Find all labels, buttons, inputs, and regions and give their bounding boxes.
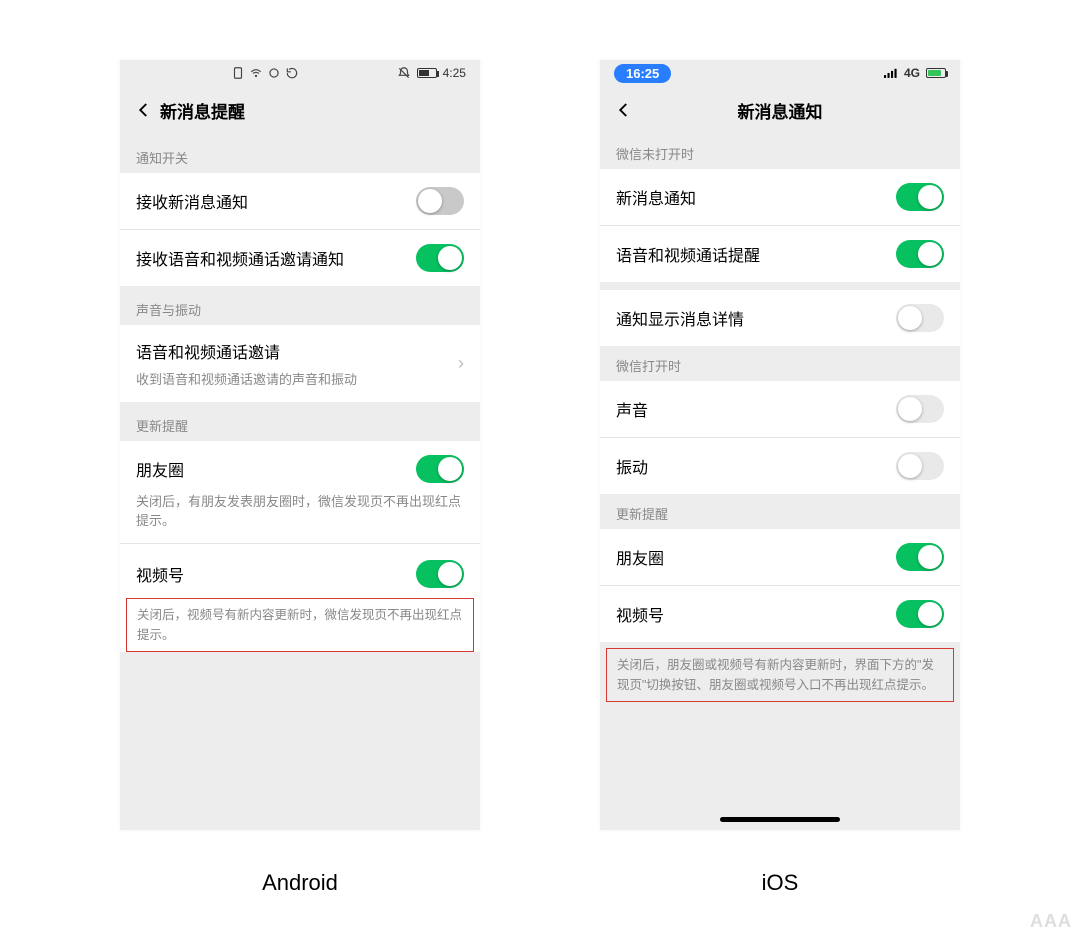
cell-new-msg-notif[interactable]: 新消息通知 xyxy=(600,169,960,226)
spinner-icon xyxy=(267,66,281,80)
cell-sound[interactable]: 声音 xyxy=(600,381,960,438)
android-section3-header: 更新提醒 xyxy=(120,402,480,441)
watermark: AAA xyxy=(1030,911,1072,932)
android-channels-note-highlight: 关闭后，视频号有新内容更新时，微信发现页不再出现红点提示。 xyxy=(126,598,474,652)
android-title: 新消息提醒 xyxy=(160,98,245,123)
cell-moments-ios[interactable]: 朋友圈 xyxy=(600,529,960,586)
ios-navbar: 新消息通知 xyxy=(600,86,960,134)
wifi-icon xyxy=(249,66,263,80)
toggle-channels[interactable] xyxy=(416,560,464,588)
android-navbar: 新消息提醒 xyxy=(120,86,480,134)
cell-label: 振动 xyxy=(616,454,648,478)
toggle-moments-ios[interactable] xyxy=(896,543,944,571)
battery-icon xyxy=(417,68,437,78)
toggle-av-remind[interactable] xyxy=(896,240,944,268)
cell-label: 视频号 xyxy=(616,602,664,626)
ios-footer-note-highlight: 关闭后，朋友圈或视频号有新内容更新时，界面下方的"发现页"切换按钮、朋友圈或视频… xyxy=(606,648,954,702)
toggle-receive-msg[interactable] xyxy=(416,187,464,215)
cell-vibrate[interactable]: 振动 xyxy=(600,438,960,494)
ios-time: 16:25 xyxy=(614,64,671,83)
back-button[interactable] xyxy=(608,101,640,119)
android-statusbar: 4:25 xyxy=(120,60,480,86)
ios-section1-header: 微信未打开时 xyxy=(600,134,960,169)
toggle-sound[interactable] xyxy=(896,395,944,423)
cell-label: 新消息通知 xyxy=(616,185,696,209)
cell-show-detail[interactable]: 通知显示消息详情 xyxy=(600,290,960,346)
mute-icon xyxy=(397,66,411,80)
cell-label: 语音和视频通话邀请 xyxy=(136,339,458,363)
cell-label: 接收语音和视频通话邀请通知 xyxy=(136,246,344,270)
cell-label: 接收新消息通知 xyxy=(136,189,248,213)
android-section2-header: 声音与振动 xyxy=(120,286,480,325)
cell-channels[interactable]: 视频号 xyxy=(120,544,480,598)
android-time: 4:25 xyxy=(443,66,466,80)
ios-title: 新消息通知 xyxy=(640,98,920,123)
chevron-right-icon: › xyxy=(458,353,464,374)
cell-receive-av-invite[interactable]: 接收语音和视频通话邀请通知 xyxy=(120,230,480,286)
ios-statusbar: 16:25 4G xyxy=(600,60,960,86)
toggle-moments[interactable] xyxy=(416,455,464,483)
toggle-vibrate[interactable] xyxy=(896,452,944,480)
ios-network-label: 4G xyxy=(904,66,920,80)
moments-note: 关闭后，有朋友发表朋友圈时，微信发现页不再出现红点提示。 xyxy=(136,491,464,529)
cell-sublabel: 收到语音和视频通话邀请的声音和振动 xyxy=(136,369,458,388)
cell-label: 通知显示消息详情 xyxy=(616,306,744,330)
ios-footer-note: 关闭后，朋友圈或视频号有新内容更新时，界面下方的"发现页"切换按钮、朋友圈或视频… xyxy=(607,649,953,701)
cell-label: 朋友圈 xyxy=(136,457,184,481)
channels-note: 关闭后，视频号有新内容更新时，微信发现页不再出现红点提示。 xyxy=(127,599,473,651)
ios-section2-header: 微信打开时 xyxy=(600,346,960,381)
cellular-bars-icon xyxy=(884,66,898,80)
refresh-icon xyxy=(285,66,299,80)
toggle-channels-ios[interactable] xyxy=(896,600,944,628)
chevron-left-icon xyxy=(135,101,153,119)
toggle-new-msg[interactable] xyxy=(896,183,944,211)
home-indicator xyxy=(720,817,840,822)
cell-av-invite-detail[interactable]: 语音和视频通话邀请 收到语音和视频通话邀请的声音和振动 › xyxy=(120,325,480,402)
android-phone: 4:25 新消息提醒 通知开关 接收新消息通知 接收语音和视频通话邀请通知 xyxy=(120,60,480,830)
cell-moments[interactable]: 朋友圈 关闭后，有朋友发表朋友圈时，微信发现页不再出现红点提示。 xyxy=(120,441,480,544)
ios-phone: 16:25 4G 新消息通知 微信未打开时 新消息通知 xyxy=(600,60,960,830)
cell-label: 朋友圈 xyxy=(616,545,664,569)
cell-channels-ios[interactable]: 视频号 xyxy=(600,586,960,642)
toggle-receive-av[interactable] xyxy=(416,244,464,272)
android-caption: Android xyxy=(262,870,338,896)
cell-label: 视频号 xyxy=(136,562,184,586)
toggle-show-detail[interactable] xyxy=(896,304,944,332)
chevron-left-icon xyxy=(615,101,633,119)
ios-section3-header: 更新提醒 xyxy=(600,494,960,529)
back-button[interactable] xyxy=(128,101,160,119)
cell-receive-new-msg[interactable]: 接收新消息通知 xyxy=(120,173,480,230)
cell-label: 语音和视频通话提醒 xyxy=(616,242,760,266)
battery-icon xyxy=(926,68,946,78)
sim-icon xyxy=(231,66,245,80)
cell-av-remind[interactable]: 语音和视频通话提醒 xyxy=(600,226,960,282)
cell-label: 声音 xyxy=(616,397,648,421)
ios-caption: iOS xyxy=(762,870,799,896)
android-section1-header: 通知开关 xyxy=(120,134,480,173)
